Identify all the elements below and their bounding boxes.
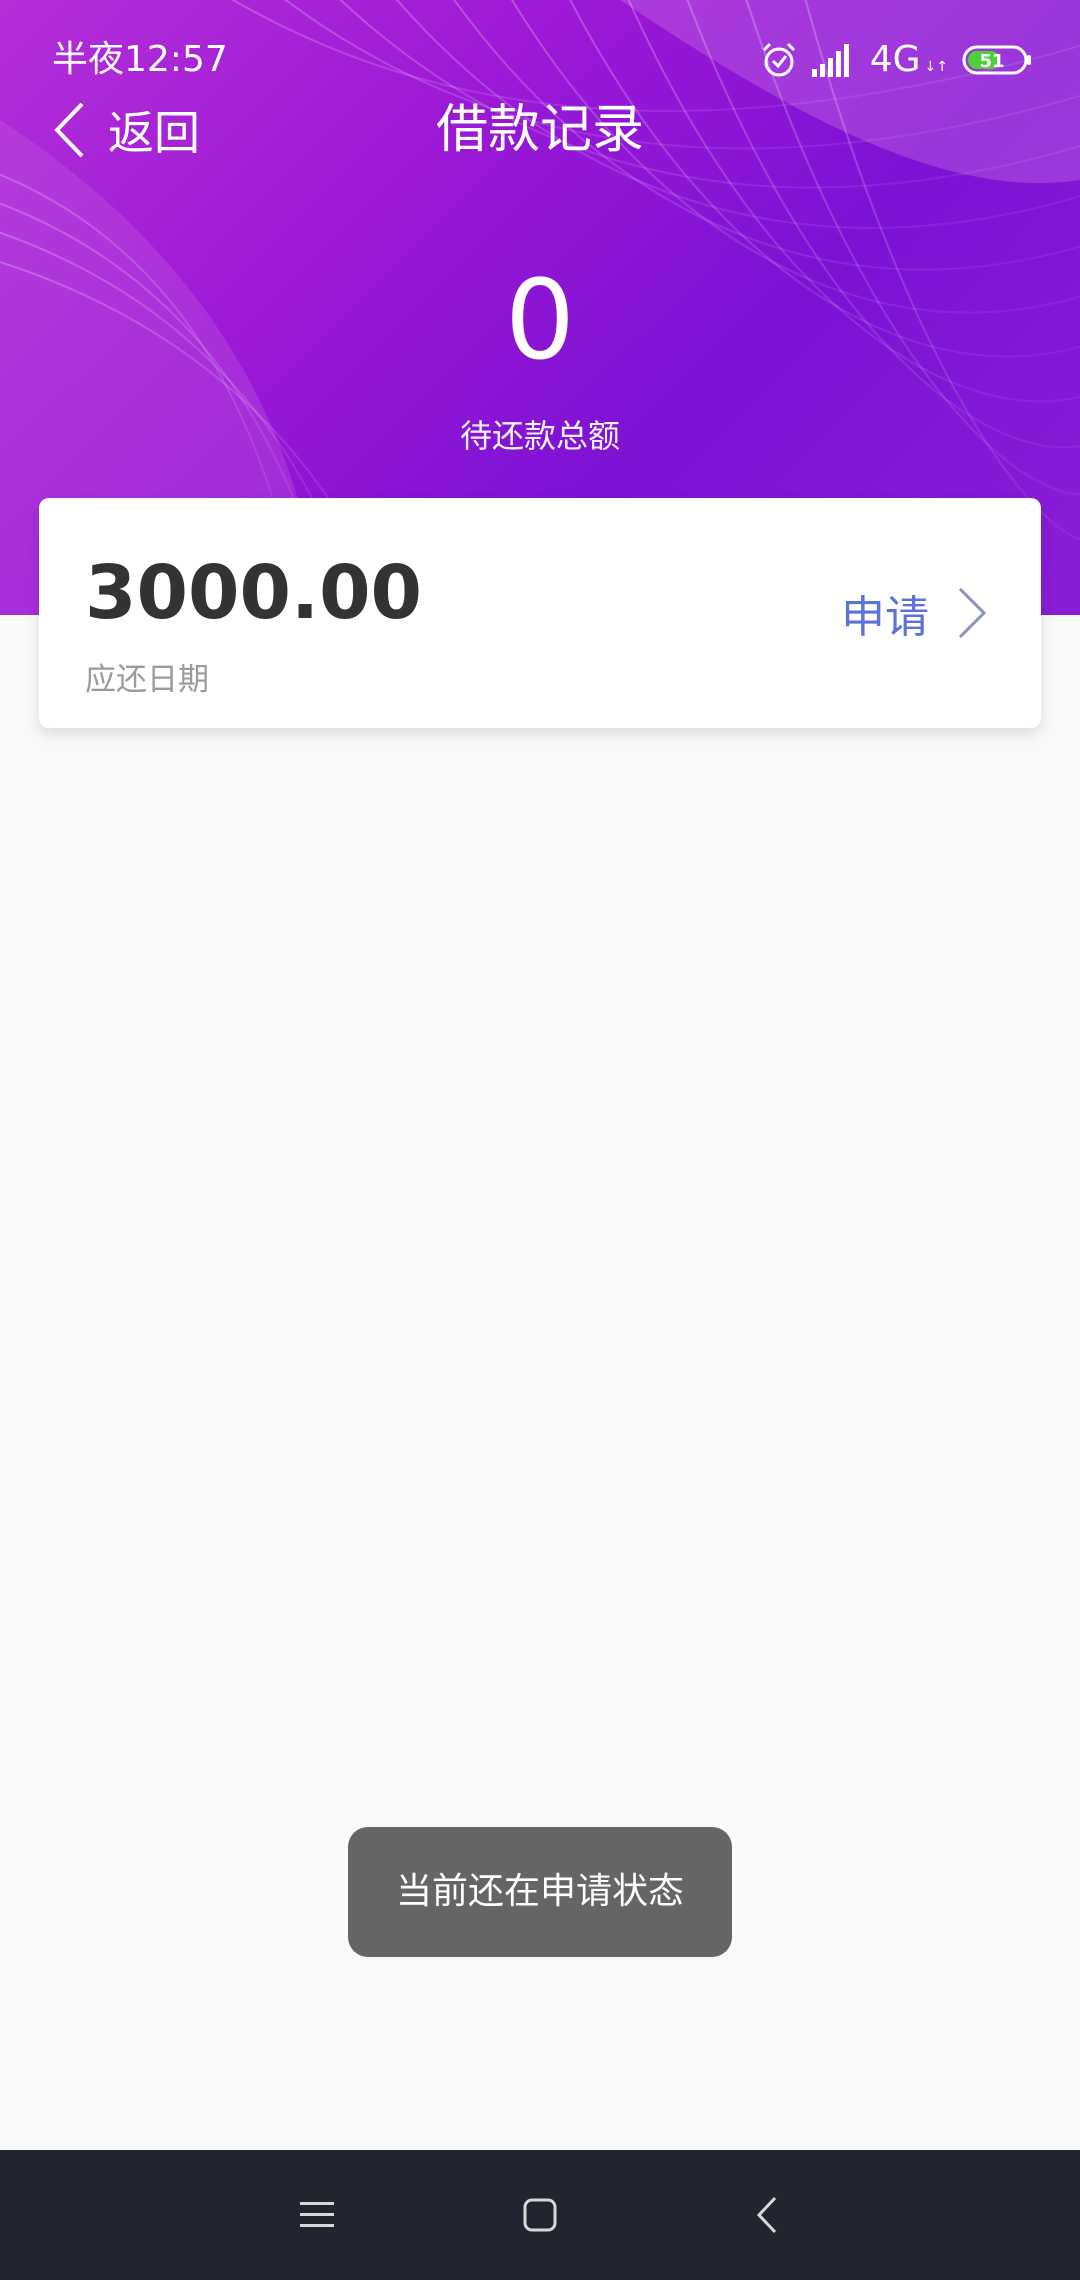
pending-total-amount: 0	[505, 256, 575, 384]
due-date-label: 应还日期	[85, 662, 209, 698]
chevron-right-icon	[958, 587, 987, 639]
signal-icon	[811, 44, 849, 77]
loan-status-label: 申请	[841, 592, 929, 643]
network-type: 4G	[869, 39, 921, 80]
status-time: 半夜12:57	[52, 39, 228, 80]
back-button[interactable]: 返回	[52, 92, 200, 168]
chevron-left-icon	[54, 102, 84, 158]
menu-icon	[300, 2202, 334, 2227]
status-icons: 4G ↓↑ 51	[760, 38, 1032, 82]
screen: 半夜12:57 4G ↓↑ 51 借款记录 返回 0 待还款总额 3000.00…	[0, 0, 1080, 2280]
pending-total-label: 待还款总额	[459, 417, 620, 455]
toast-message: 当前还在申请状态	[348, 1827, 732, 1957]
home-icon	[523, 2198, 557, 2232]
alarm-icon	[762, 42, 795, 77]
network-arrows: ↓↑	[924, 59, 948, 75]
battery-level: 51	[979, 51, 1004, 72]
menu-button[interactable]	[252, 2150, 382, 2280]
loan-status-link[interactable]: 申请	[841, 578, 987, 648]
loan-record-card[interactable]: 3000.00 应还日期 申请	[39, 498, 1041, 728]
back-label: 返回	[108, 106, 200, 160]
battery-icon: 51	[962, 45, 1031, 75]
back-icon	[756, 2196, 777, 2234]
system-navigation-bar	[0, 2150, 1080, 2280]
home-button[interactable]	[475, 2150, 605, 2280]
loan-amount: 3000.00	[85, 550, 423, 636]
system-back-button[interactable]	[702, 2150, 832, 2280]
